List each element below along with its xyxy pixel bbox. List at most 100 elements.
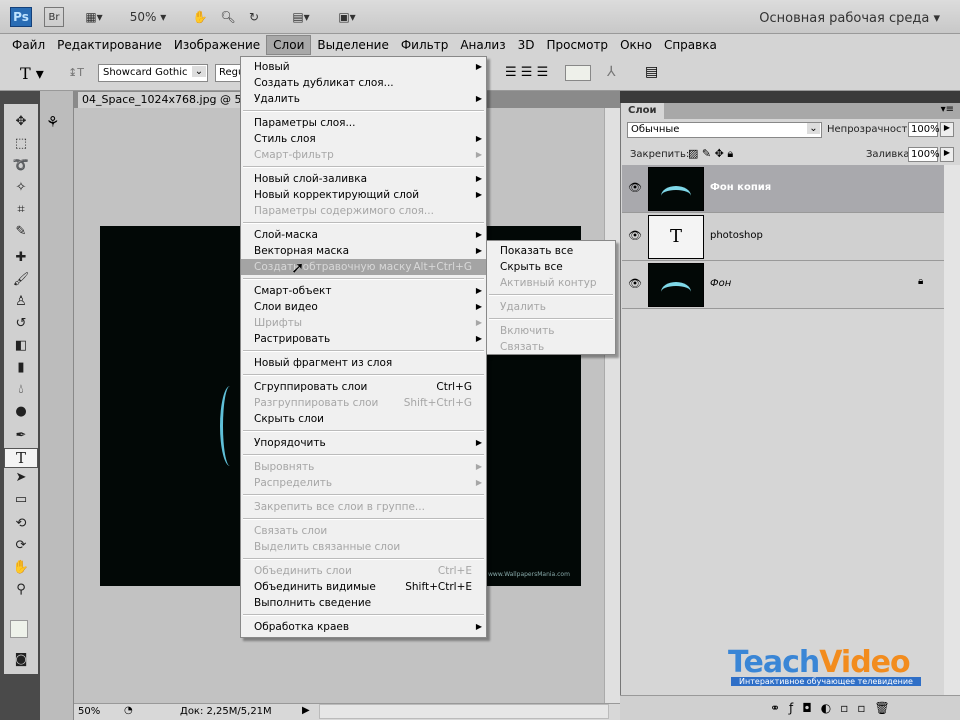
- layers-menu: Новый ▶ Создать дубликат слоя... Удалить ▶ Па…: [240, 56, 487, 638]
- shape-tool-icon[interactable]: ▭: [4, 492, 38, 512]
- menu-3d[interactable]: 3D: [512, 36, 541, 54]
- lasso-tool-icon[interactable]: ➰: [4, 158, 38, 178]
- warp-text-icon[interactable]: ⅄: [607, 64, 616, 80]
- visibility-eye-icon[interactable]: 👁︎: [628, 277, 642, 290]
- layer-name[interactable]: photoshop: [710, 230, 763, 241]
- zoom-icon[interactable]: 🔍︎: [218, 7, 238, 27]
- fill-slider-arrow-icon[interactable]: ▶: [940, 147, 954, 162]
- text-align-icons[interactable]: ☰ ☰ ☰: [505, 65, 548, 80]
- fill-input[interactable]: 100%: [908, 147, 940, 162]
- menu-item[interactable]: Смарт-объект ▶: [241, 283, 486, 299]
- marquee-tool-icon[interactable]: ⬚: [4, 136, 38, 156]
- layer-row[interactable]: 👁︎ T photoshop: [622, 213, 944, 261]
- screen-mode-icon[interactable]: ▣▾: [332, 7, 362, 27]
- brush-tool-icon[interactable]: 🖌︎: [4, 272, 38, 292]
- panel-menu-icon[interactable]: ▾≡: [941, 104, 954, 115]
- menu-item[interactable]: Растрировать ▶: [241, 331, 486, 347]
- 3d-orbit-tool-icon[interactable]: ⟳: [4, 538, 38, 558]
- menu-select[interactable]: Выделение: [311, 36, 394, 54]
- zoom-level-dropdown[interactable]: 50% ▾: [128, 7, 168, 27]
- zoom-tool-icon[interactable]: ⚲: [4, 582, 38, 602]
- menu-item[interactable]: Векторная маска ▶: [241, 243, 486, 259]
- blur-tool-icon[interactable]: 💧︎: [4, 382, 38, 402]
- dodge-tool-icon[interactable]: ●: [4, 404, 38, 424]
- gradient-tool-icon[interactable]: ▮: [4, 360, 38, 380]
- menu-item[interactable]: Слой-маска ▶: [241, 227, 486, 243]
- layers-scrollbar[interactable]: [944, 165, 960, 695]
- menu-item[interactable]: Создать дубликат слоя...: [241, 75, 486, 91]
- blend-mode-select[interactable]: Обычные ⌄: [627, 122, 822, 138]
- menu-item[interactable]: Стиль слоя ▶: [241, 131, 486, 147]
- eraser-tool-icon[interactable]: ◧: [4, 338, 38, 358]
- menu-item[interactable]: Параметры слоя...: [241, 115, 486, 131]
- arrange-documents-icon[interactable]: ▤▾: [286, 7, 316, 27]
- healing-brush-tool-icon[interactable]: ✚: [4, 250, 38, 270]
- lock-options-icons[interactable]: ▨ ✎ ✥ 🔒︎: [688, 147, 733, 161]
- hand-icon[interactable]: ✋: [190, 7, 210, 27]
- menu-item[interactable]: Новый ▶: [241, 59, 486, 75]
- menu-filter[interactable]: Фильтр: [395, 36, 454, 54]
- vertical-scrollbar[interactable]: [604, 108, 620, 703]
- menu-help[interactable]: Справка: [658, 36, 723, 54]
- hand-tool-icon[interactable]: ✋: [4, 560, 38, 580]
- film-strip-icon[interactable]: ▦▾: [78, 7, 110, 27]
- menu-layers[interactable]: Слои: [266, 35, 312, 55]
- menu-image[interactable]: Изображение: [168, 36, 266, 54]
- opacity-slider-arrow-icon[interactable]: ▶: [940, 122, 954, 137]
- workspace-switcher[interactable]: Основная рабочая среда ▾: [759, 8, 940, 28]
- clone-stamp-tool-icon[interactable]: ♙: [4, 294, 38, 314]
- menu-item[interactable]: Новый слой-заливка ▶: [241, 171, 486, 187]
- menu-item[interactable]: Скрыть слои: [241, 411, 486, 427]
- menu-edit[interactable]: Редактирование: [51, 36, 168, 54]
- path-selection-tool-icon[interactable]: ➤: [4, 470, 38, 490]
- visibility-eye-icon[interactable]: 👁︎: [628, 229, 642, 242]
- layer-row[interactable]: 👁︎ Фон 🔒︎: [622, 261, 944, 309]
- menu-item[interactable]: Сгруппировать слои Ctrl+G: [241, 379, 486, 395]
- menu-item[interactable]: Скрыть все: [487, 259, 615, 275]
- menu-item[interactable]: Выполнить сведение: [241, 595, 486, 611]
- menu-analysis[interactable]: Анализ: [454, 36, 511, 54]
- menu-item[interactable]: Новый фрагмент из слоя: [241, 355, 486, 371]
- foreground-color-swatch[interactable]: [10, 620, 28, 638]
- menu-item[interactable]: Слои видео ▶: [241, 299, 486, 315]
- menu-item[interactable]: Обработка краев ▶: [241, 619, 486, 635]
- history-brush-tool-icon[interactable]: ↺: [4, 316, 38, 336]
- menu-item[interactable]: Упорядочить ▶: [241, 435, 486, 451]
- type-tool-preset-icon[interactable]: T ▾: [20, 64, 44, 83]
- type-tool-icon[interactable]: T: [4, 448, 38, 468]
- menu-window[interactable]: Окно: [614, 36, 658, 54]
- opacity-input[interactable]: 100%: [908, 122, 940, 137]
- move-tool-icon[interactable]: ✥: [4, 114, 38, 134]
- bridge-button[interactable]: Br: [44, 7, 64, 27]
- text-orientation-icon[interactable]: ↨T: [68, 66, 84, 79]
- menu-item[interactable]: Объединить видимые Shift+Ctrl+E: [241, 579, 486, 595]
- horizontal-scrollbar[interactable]: [319, 704, 609, 719]
- layer-action-icons[interactable]: ⚭ƒ◘◐▫▫🗑︎: [770, 701, 899, 715]
- pen-tool-icon[interactable]: ✒: [4, 428, 38, 448]
- crop-tool-icon[interactable]: ⌗: [4, 202, 38, 222]
- text-color-swatch[interactable]: [565, 65, 591, 81]
- status-menu-arrow-icon[interactable]: ▶: [302, 705, 310, 716]
- menu-file[interactable]: Файл: [6, 36, 51, 54]
- visibility-eye-icon[interactable]: 👁︎: [628, 181, 642, 194]
- eyedropper-tool-icon[interactable]: ✎: [4, 224, 38, 244]
- tool-presets-icon[interactable]: ⚘: [46, 113, 59, 131]
- layer-name[interactable]: Фон: [710, 278, 731, 289]
- quick-mask-icon[interactable]: ◙: [4, 652, 38, 672]
- rotate-view-icon[interactable]: ↻: [244, 7, 264, 27]
- tab-layers[interactable]: Слои: [624, 103, 664, 119]
- menu-item[interactable]: Создать обтравочную маску Alt+Ctrl+G: [241, 259, 486, 275]
- zoom-preview-icon[interactable]: ◔: [124, 705, 133, 716]
- font-family-select[interactable]: Showcard Gothic ⌄: [98, 64, 208, 82]
- menu-item[interactable]: Показать все: [487, 243, 615, 259]
- character-panel-icon[interactable]: ▤: [645, 64, 658, 80]
- layer-row[interactable]: 👁︎ Фон копия: [622, 165, 944, 213]
- menu-item[interactable]: Удалить ▶: [241, 91, 486, 107]
- status-zoom[interactable]: 50%: [78, 706, 100, 717]
- magic-wand-tool-icon[interactable]: ✧: [4, 180, 38, 200]
- menu-item[interactable]: Новый корректирующий слой ▶: [241, 187, 486, 203]
- menu-view[interactable]: Просмотр: [540, 36, 614, 54]
- 3d-rotate-tool-icon[interactable]: ⟲: [4, 516, 38, 536]
- layer-name[interactable]: Фон копия: [710, 182, 771, 193]
- document-tab[interactable]: 04_Space_1024x768.jpg @ 50: [78, 92, 246, 108]
